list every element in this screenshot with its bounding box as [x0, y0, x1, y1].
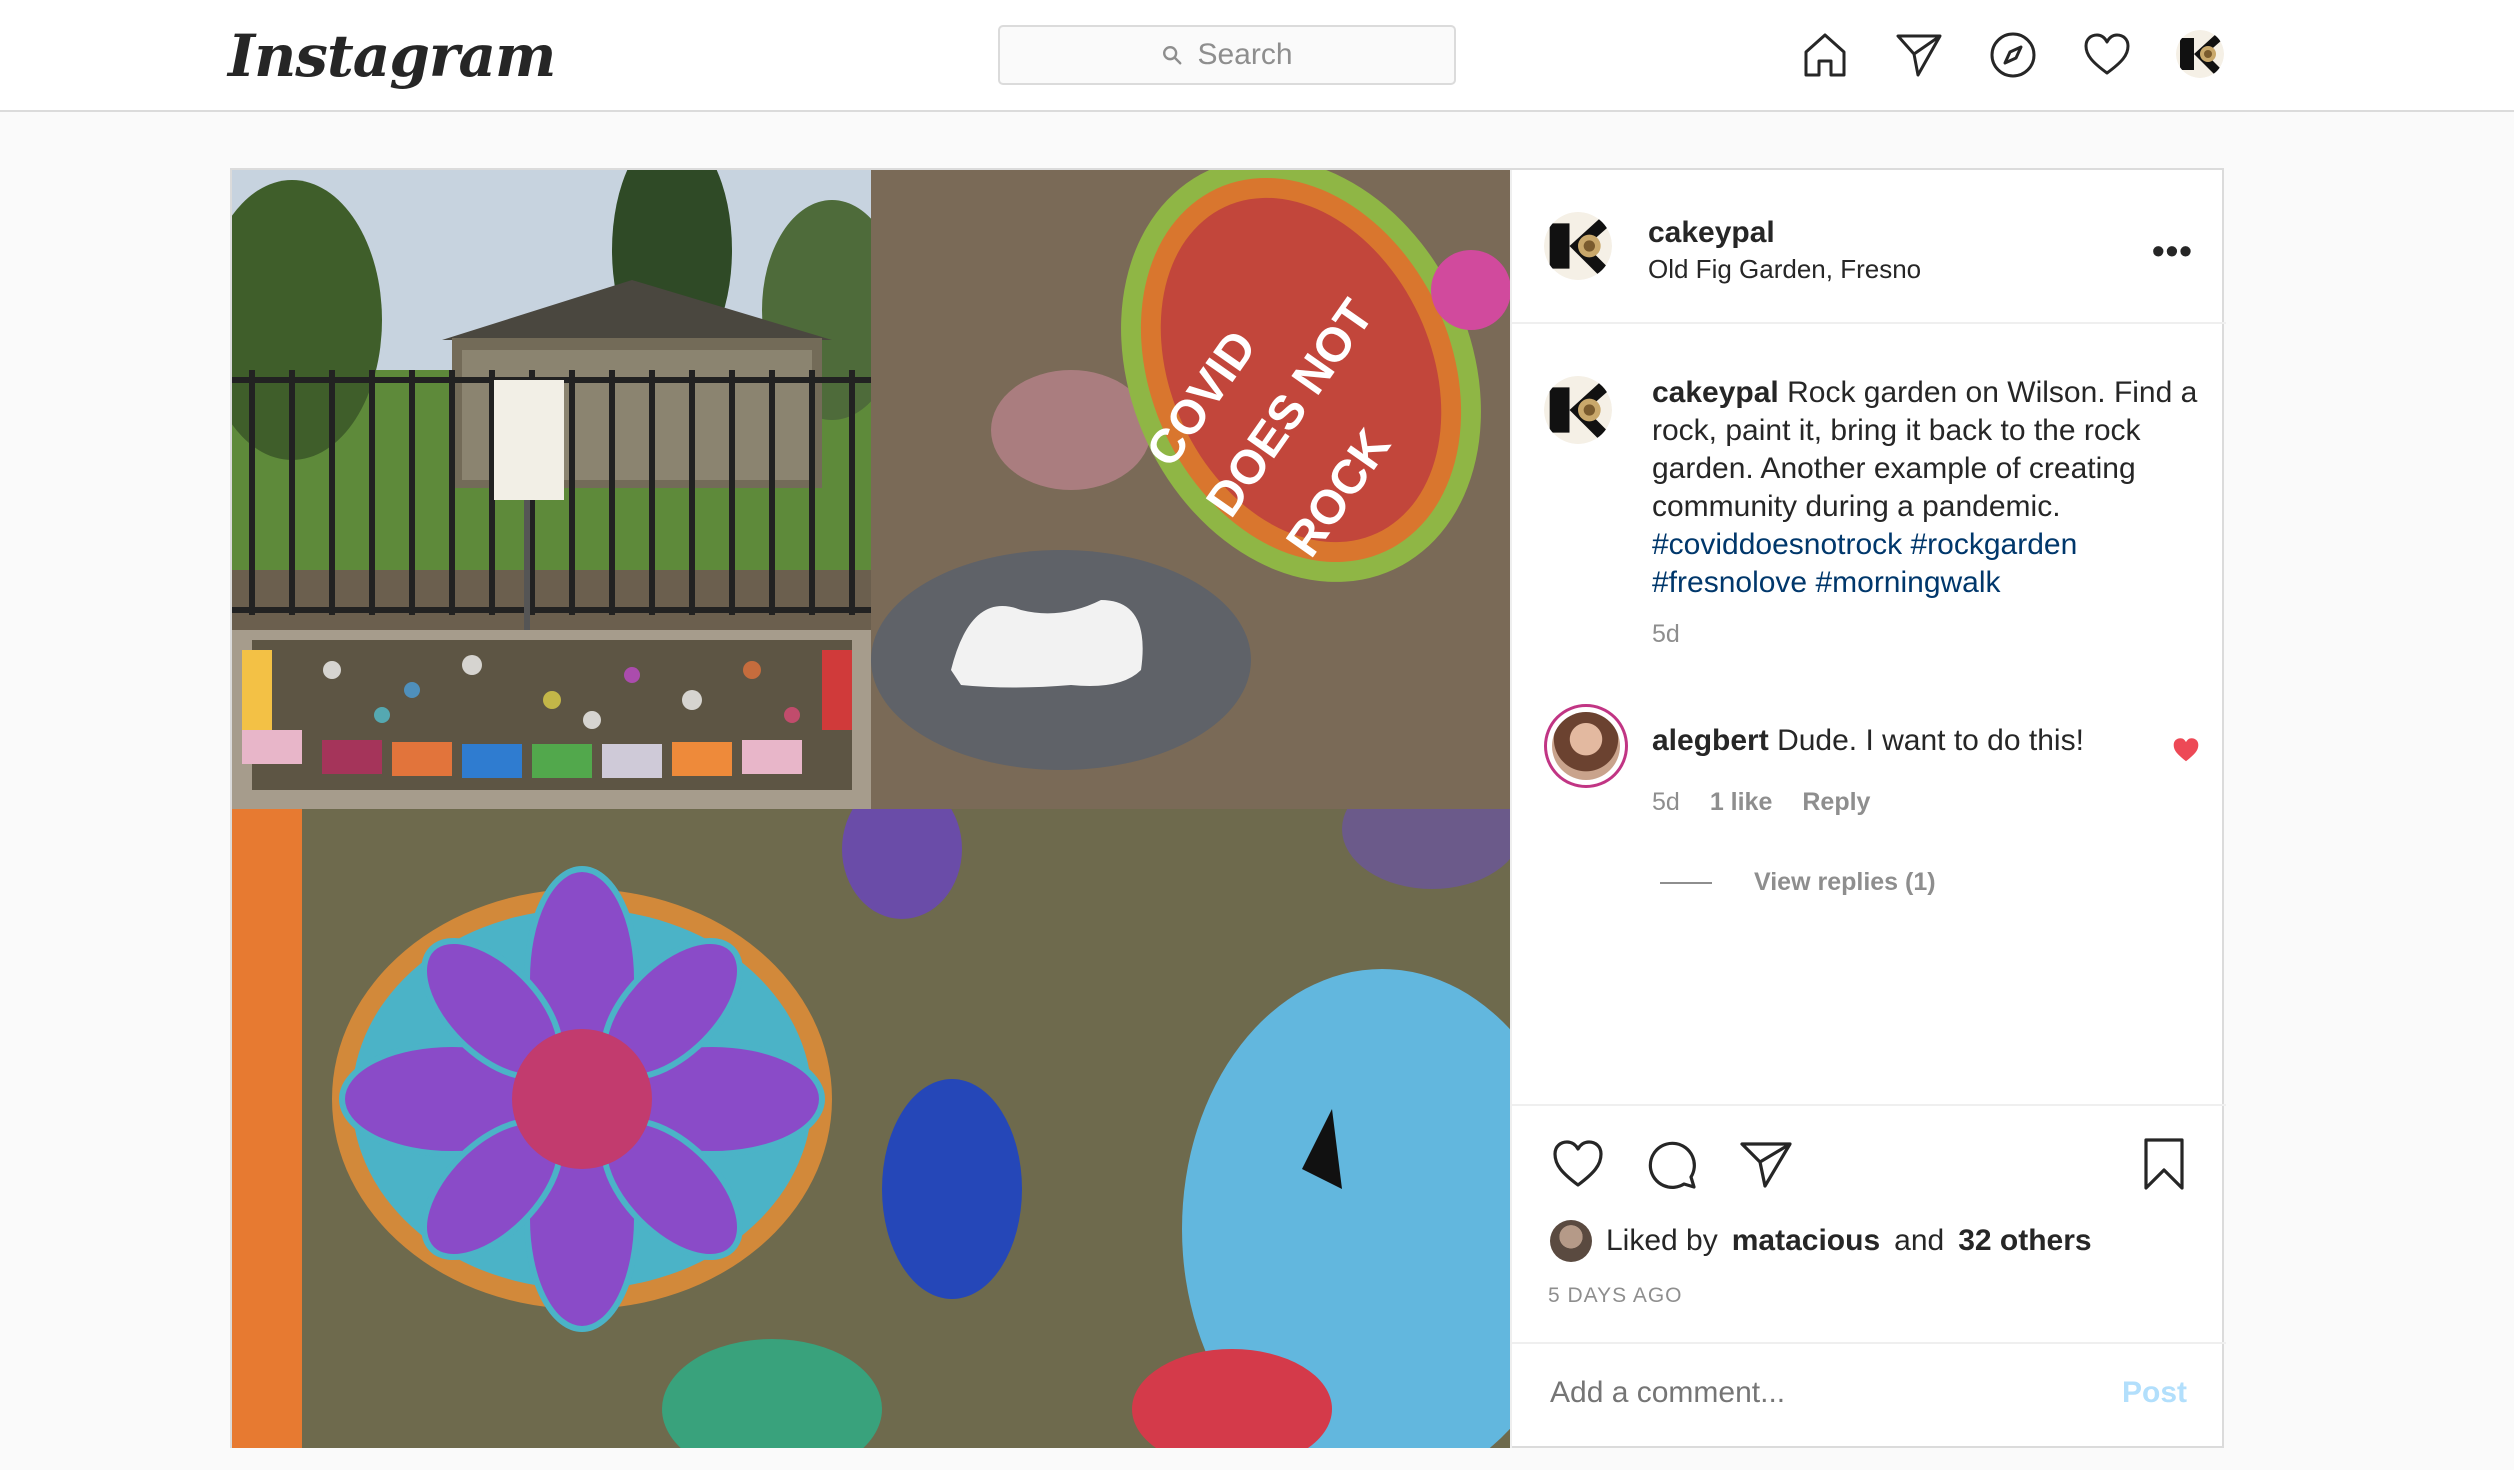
share-icon[interactable] [1738, 1136, 1794, 1192]
post-card: COVID DOES NOT ROCK cakeypal Old Fig Gar… [230, 168, 2226, 1448]
commenter-avatar[interactable] [1544, 704, 1628, 788]
author-avatar[interactable] [1544, 212, 1612, 280]
explore-icon[interactable] [1988, 30, 2038, 80]
hashtag[interactable]: #coviddoesnotrock [1652, 528, 1902, 561]
post-sidebar: cakeypal Old Fig Garden, Fresno ••• cake… [1510, 170, 2226, 1448]
add-comment-input[interactable] [1550, 1376, 2050, 1410]
post-location[interactable]: Old Fig Garden, Fresno [1648, 254, 1921, 285]
activity-heart-icon[interactable] [2082, 30, 2132, 80]
post-caption: cakeypal Rock garden on Wilson. Find a r… [1652, 374, 2202, 602]
hashtag[interactable]: #rockgarden [1911, 528, 2078, 561]
view-replies-button[interactable]: View replies (1) [1660, 868, 1936, 897]
more-options-icon[interactable]: ••• [2152, 230, 2193, 272]
post-comment-button[interactable]: Post [2122, 1376, 2187, 1410]
home-icon[interactable] [1800, 30, 1850, 80]
view-replies-label: View replies (1) [1754, 868, 1936, 896]
author-username[interactable]: cakeypal [1648, 216, 1775, 250]
post-header: cakeypal Old Fig Garden, Fresno ••• [1512, 170, 2226, 324]
caption-time[interactable]: 5d [1652, 620, 1680, 649]
post-actions: Liked by matacious and 32 others 5 DAYS … [1512, 1104, 2226, 1342]
search-icon [1163, 46, 1182, 65]
comment-time[interactable]: 5d [1652, 788, 1680, 817]
caption-username[interactable]: cakeypal [1652, 376, 1779, 409]
bookmark-icon[interactable] [2136, 1136, 2192, 1192]
comment-meta: 5d 1 like Reply [1652, 788, 1870, 817]
liker-username[interactable]: matacious [1732, 1224, 1880, 1258]
hashtag[interactable]: #fresnolove [1652, 566, 1807, 599]
liked-by-prefix: Liked by [1606, 1224, 1718, 1257]
replies-divider [1660, 881, 1712, 884]
comment-likes[interactable]: 1 like [1710, 788, 1773, 817]
comment-username[interactable]: alegbert [1652, 724, 1769, 757]
comment-text: Dude. I want to do this! [1777, 724, 2084, 757]
liker-avatar[interactable] [1550, 1220, 1592, 1262]
search-input[interactable]: Search [1197, 38, 1292, 72]
photo-flower-rock [232, 809, 1510, 1448]
top-nav: Instagram Search [0, 0, 2514, 112]
caption-avatar[interactable] [1544, 376, 1612, 444]
post-date[interactable]: 5 DAYS AGO [1548, 1284, 1683, 1308]
instagram-logo[interactable]: Instagram [228, 22, 556, 90]
search-box[interactable]: Search [998, 25, 1456, 85]
direct-icon[interactable] [1894, 30, 1944, 80]
likes-others[interactable]: 32 others [1958, 1224, 2091, 1258]
comment-liked-heart-icon[interactable] [2172, 736, 2200, 764]
comments-section: cakeypal Rock garden on Wilson. Find a r… [1512, 324, 2226, 1104]
post-image[interactable]: COVID DOES NOT ROCK [232, 170, 1510, 1448]
hashtag[interactable]: #morningwalk [1815, 566, 2000, 599]
liked-by-and: and [1894, 1224, 1945, 1257]
reply-button[interactable]: Reply [1802, 788, 1870, 817]
like-icon[interactable] [1550, 1136, 1606, 1192]
comment-icon[interactable] [1644, 1136, 1700, 1192]
profile-avatar[interactable] [2176, 30, 2224, 78]
photo-rock-garden [232, 170, 871, 809]
add-comment-bar: Post [1512, 1342, 2226, 1448]
liked-by: Liked by matacious and 32 others [1550, 1220, 2092, 1262]
photo-covid-rock: COVID DOES NOT ROCK [871, 170, 1510, 809]
comment: alegbert Dude. I want to do this! [1652, 724, 2084, 758]
